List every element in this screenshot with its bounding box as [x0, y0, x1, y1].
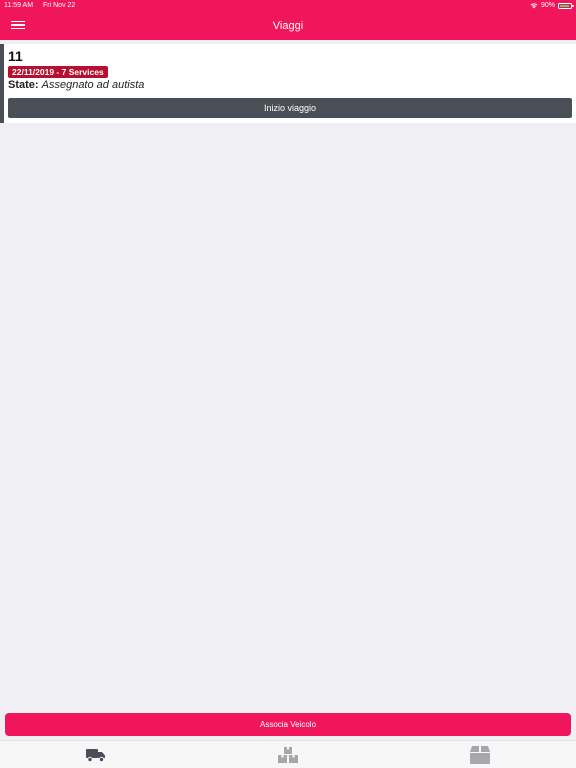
truck-icon	[86, 748, 105, 762]
battery-icon	[558, 2, 574, 9]
hamburger-icon[interactable]	[11, 19, 25, 31]
trip-state: State: Assegnato ad autista	[8, 79, 144, 91]
tab-bar	[0, 740, 576, 768]
status-bar: 11:59 AM Fri Nov 22 90%	[0, 0, 576, 11]
trip-card[interactable]: 11 22/11/2019 - 7 Services State: Assegn…	[0, 44, 576, 123]
nav-bar: Viaggi	[0, 11, 576, 40]
status-date: Fri Nov 22	[43, 2, 76, 9]
boxes-icon	[278, 746, 298, 763]
trip-date-badge: 22/11/2019 - 7 Services	[8, 66, 108, 78]
status-time: 11:59 AM	[4, 2, 34, 9]
trip-state-value: Assegnato ad autista	[41, 79, 145, 91]
trip-number: 11	[8, 48, 23, 64]
associate-vehicle-button[interactable]: Associa Veicolo	[5, 713, 571, 736]
wifi-icon	[530, 2, 538, 8]
tab-packages[interactable]	[384, 741, 576, 768]
start-trip-button[interactable]: Inizio viaggio	[8, 98, 572, 118]
page-title: Viaggi	[272, 19, 304, 32]
tab-trips[interactable]	[0, 741, 192, 768]
trip-state-label: State:	[8, 79, 39, 91]
status-right: 90%	[530, 2, 574, 9]
tab-services[interactable]	[192, 741, 384, 768]
battery-fill	[560, 4, 569, 7]
package-icon	[470, 745, 490, 764]
status-left: 11:59 AM Fri Nov 22	[4, 2, 83, 9]
battery-percent: 90%	[540, 2, 555, 9]
